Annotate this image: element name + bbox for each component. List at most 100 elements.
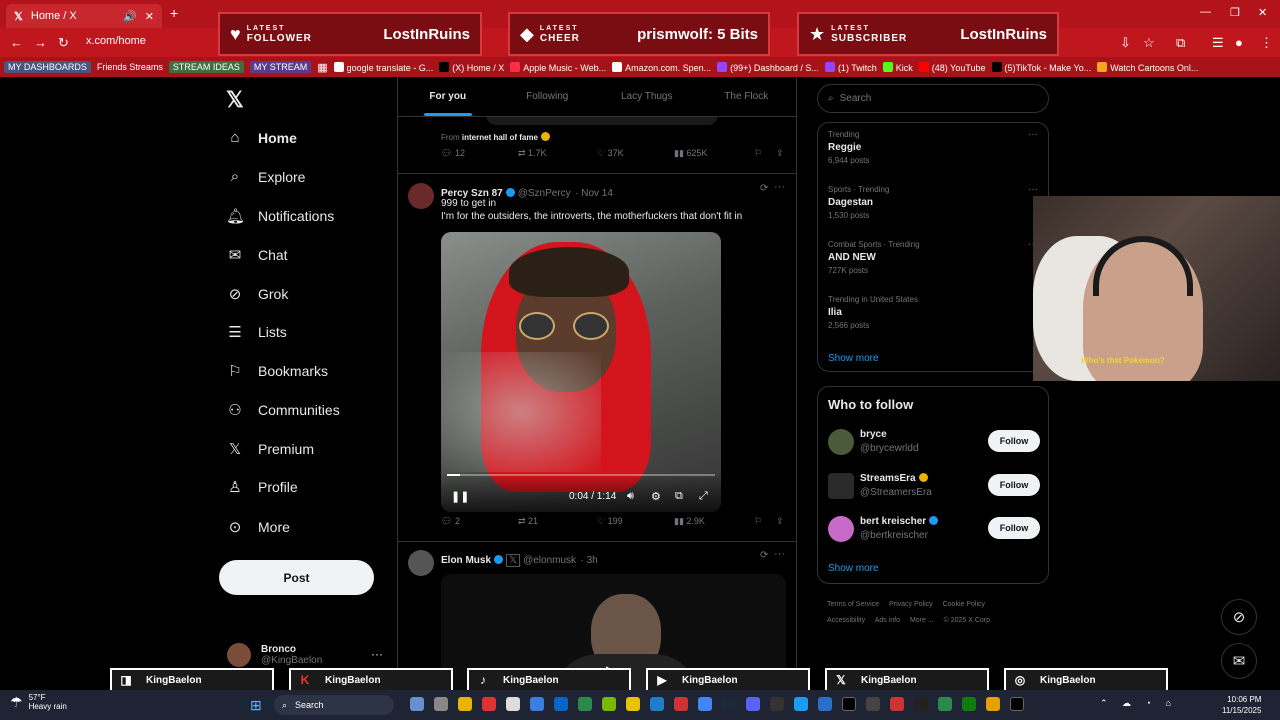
account-switcher[interactable]: Bronco @KingBaelon [227, 643, 322, 667]
account-more-icon[interactable]: ··· [371, 647, 383, 661]
tab-following[interactable]: Following [498, 77, 598, 116]
bookmark-folder[interactable]: Friends Streams [97, 62, 163, 72]
sidebar-item-more[interactable]: ⊙ More [226, 518, 290, 536]
star-icon[interactable]: ☆ [1143, 35, 1155, 51]
app-icon[interactable] [530, 697, 544, 711]
window-close-button[interactable]: ✕ [1258, 6, 1267, 19]
profile-icon[interactable]: ● [1235, 35, 1243, 50]
app-icon[interactable] [506, 697, 520, 711]
trend-more-icon[interactable]: ··· [1028, 129, 1038, 140]
follow-suggestion[interactable]: bert kreischer @bertkreischer Follow [828, 514, 1040, 548]
messages-float-icon[interactable]: ✉ [1221, 643, 1257, 679]
bookmark-folder[interactable]: MY DASHBOARDS [4, 61, 91, 73]
trend-item[interactable]: Trending Reggie 6,944 posts [828, 130, 869, 165]
footer-link[interactable]: Cookie Policy [943, 601, 985, 608]
footer-link[interactable]: More ... [910, 617, 934, 624]
sidebar-item-home[interactable]: ⌂ Home [226, 129, 296, 146]
show-more-link[interactable]: Show more [828, 353, 879, 364]
views-button[interactable]: ▮▮ 625K [674, 148, 707, 159]
app-icon[interactable] [890, 697, 904, 711]
fullscreen-icon[interactable]: ⤢ [699, 490, 708, 503]
sidebar-item-notifications[interactable]: 🔔︎ Notifications [226, 207, 334, 225]
app-icon[interactable] [794, 697, 808, 711]
x-app-icon[interactable] [842, 697, 856, 711]
sidebar-item-bookmarks[interactable]: ⚐ Bookmarks [226, 362, 328, 380]
sidebar-item-profile[interactable]: ♙ Profile [226, 478, 297, 496]
bookmark-folder[interactable]: MY STREAM [249, 61, 312, 73]
app-icon[interactable] [458, 697, 472, 711]
grok-float-icon[interactable]: ⊘ [1221, 599, 1257, 635]
x-logo-icon[interactable]: 𝕏 [226, 87, 244, 113]
forward-icon[interactable]: → [34, 35, 47, 50]
reply-button[interactable]: 💬︎ 2 [441, 516, 460, 527]
tweet-more-icon[interactable]: ··· [774, 548, 785, 560]
bookmark-item[interactable]: Apple Music - Web... [510, 61, 606, 73]
clock[interactable]: 10:06 PM 11/15/2025 [1222, 694, 1261, 716]
tweet-date[interactable]: 3h [587, 555, 598, 566]
xbox-icon[interactable] [962, 697, 976, 711]
post-button[interactable]: Post [219, 560, 374, 595]
apps-grid-icon[interactable]: ▦ [317, 61, 327, 74]
reading-list-icon[interactable]: ☰ [1212, 35, 1224, 51]
bookmark-item[interactable]: Amazon.com. Spen... [612, 61, 711, 73]
weather-widget[interactable]: ☂ 57°F Heavy rain [10, 693, 67, 711]
views-button[interactable]: ▮▮ 2.9K [674, 516, 705, 527]
bookmark-item[interactable]: google translate - G... [333, 61, 433, 73]
tab-the-flock[interactable]: The Flock [697, 77, 797, 116]
chrome-icon[interactable] [698, 697, 712, 711]
footer-link[interactable]: Accessibility [827, 617, 865, 624]
sidebar-item-chat[interactable]: ✉ Chat [226, 246, 288, 264]
bookmark-item[interactable]: (X) Home / X [439, 61, 504, 73]
footer-link[interactable]: Terms of Service [827, 601, 879, 608]
tab-lacy-thugs[interactable]: Lacy Thugs [597, 77, 697, 116]
tweet-handle[interactable]: @elonmusk [523, 555, 576, 566]
trend-item[interactable]: Sports · Trending Dagestan 1,530 posts [828, 185, 889, 220]
pause-icon[interactable]: ❚❚ [451, 490, 469, 503]
bookmark-icon[interactable]: ⚐ [754, 148, 762, 159]
trend-item[interactable]: Trending in United States Ilia 2,566 posts [828, 295, 918, 330]
app-icon[interactable] [626, 697, 640, 711]
avatar[interactable] [408, 550, 434, 576]
app-icon[interactable] [554, 697, 568, 711]
share-icon[interactable]: ⇪ [776, 516, 784, 527]
retweet-button[interactable]: ⇄ 21 [518, 516, 538, 527]
follow-button[interactable]: Follow [988, 517, 1040, 539]
steam-icon[interactable] [722, 697, 736, 711]
trend-item[interactable]: Combat Sports · Trending AND NEW 727K post… [828, 240, 920, 275]
tweet-handle[interactable]: @SznPercy [518, 188, 571, 199]
audio-icon[interactable]: 🔊 [123, 10, 137, 23]
app-icon[interactable] [482, 697, 496, 711]
follow-suggestion[interactable]: StreamsEra @StreamersEra Follow [828, 471, 1040, 505]
trend-more-icon[interactable]: ··· [1028, 184, 1038, 195]
show-more-link[interactable]: Show more [828, 563, 879, 574]
footer-link[interactable]: Ads info [875, 617, 900, 624]
extensions-icon[interactable]: ⧉ [1176, 35, 1185, 51]
grok-action-icon[interactable]: ⟳ [760, 550, 768, 561]
bookmark-item[interactable]: (1) Twitch [824, 61, 877, 73]
system-tray[interactable]: ⌃ ☁ ◔ ⌂ [1100, 698, 1177, 709]
app-icon[interactable] [650, 697, 664, 711]
tab-for-you[interactable]: For you [398, 77, 498, 116]
x-app-icon[interactable] [1010, 697, 1024, 711]
maximize-button[interactable]: ❐ [1230, 6, 1240, 19]
app-icon[interactable] [986, 697, 1000, 711]
avatar[interactable] [408, 183, 434, 209]
tweet-more-icon[interactable]: ··· [774, 181, 785, 193]
minimize-button[interactable]: — [1200, 6, 1211, 18]
like-button[interactable]: ♡ 199 [597, 516, 623, 527]
app-icon[interactable] [602, 697, 616, 711]
tweet-date[interactable]: Nov 14 [581, 188, 613, 199]
back-icon[interactable]: ← [10, 35, 23, 50]
sidebar-item-explore[interactable]: ⌕ Explore [226, 168, 306, 185]
taskbar-search[interactable]: ⌕ Search [274, 695, 394, 715]
follow-suggestion[interactable]: bryce @brycewrldd Follow [828, 427, 1040, 461]
app-icon[interactable] [938, 697, 952, 711]
bookmark-item[interactable]: Kick [882, 61, 913, 73]
app-icon[interactable] [914, 697, 928, 711]
app-icon[interactable] [410, 697, 424, 711]
follow-button[interactable]: Follow [988, 474, 1040, 496]
app-icon[interactable] [578, 697, 592, 711]
tweet-author[interactable]: Elon Musk [441, 555, 491, 566]
app-icon[interactable] [770, 697, 784, 711]
sidebar-item-communities[interactable]: ⚇ Communities [226, 401, 339, 419]
